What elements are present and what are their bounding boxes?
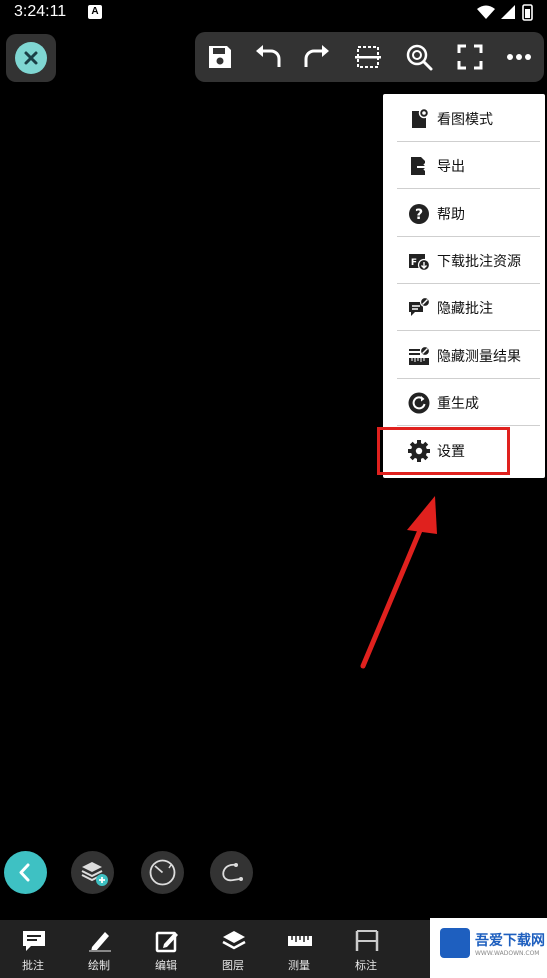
hide-annotations-icon: [409, 296, 431, 316]
layers-add-button[interactable]: [71, 851, 114, 894]
fullscreen-icon[interactable]: [455, 42, 485, 72]
regenerate-icon: [408, 392, 430, 414]
curve-button[interactable]: [210, 851, 253, 894]
nav-item-edit[interactable]: 编辑: [136, 920, 196, 978]
comment-icon: [23, 931, 45, 951]
menu-label: 隐藏批注: [437, 301, 493, 317]
curve-icon: [222, 863, 243, 882]
layers-add-icon: [81, 862, 108, 886]
nav-item-measure[interactable]: 测量: [269, 920, 329, 978]
nav-label: 标注: [355, 959, 377, 972]
nav-item-draw[interactable]: 绘制: [69, 920, 129, 978]
nav-label: 批注: [22, 959, 44, 972]
arrow-annotation-icon: [360, 496, 437, 669]
menu-label: 下载批注资源: [437, 254, 521, 270]
menu-item-help[interactable]: ? 帮助: [397, 191, 540, 237]
menu-label: 帮助: [437, 207, 465, 223]
hide-measurements-icon: [409, 345, 431, 365]
status-icons: [477, 4, 533, 21]
highlight-box: [377, 427, 510, 475]
watermark-text: 吾爱下载网: [475, 933, 545, 949]
redo-icon[interactable]: [302, 42, 332, 72]
wifi-icon: [477, 5, 495, 19]
menu-label: 导出: [437, 159, 465, 175]
close-button[interactable]: [6, 34, 56, 82]
menu-label: 重生成: [437, 396, 479, 412]
nav-label: 绘制: [88, 959, 110, 972]
watermark-logo-icon: [440, 928, 470, 958]
nav-item-layers[interactable]: 图层: [203, 920, 263, 978]
watermark-subtext: WWW.WADOWN.COM: [475, 950, 540, 957]
nav-label: 图层: [222, 959, 244, 972]
dial-button[interactable]: [141, 851, 184, 894]
undo-icon[interactable]: [253, 42, 283, 72]
dial-icon: [149, 859, 176, 886]
fit-width-icon[interactable]: [353, 42, 383, 72]
menu-item-view-mode[interactable]: 看图模式: [397, 96, 540, 142]
more-menu: 看图模式 导出 ? 帮助 F 下载批注资源 隐藏批注 隐藏测量结果 重生成 设置: [383, 94, 545, 478]
help-icon: ?: [409, 204, 429, 224]
nav-label: 测量: [288, 959, 310, 972]
menu-item-download-annotations[interactable]: F 下载批注资源: [397, 238, 540, 284]
svg-text:?: ?: [415, 207, 423, 223]
status-time: 3:24:11: [14, 3, 67, 20]
menu-label: 看图模式: [437, 112, 493, 128]
download-annotations-icon: F: [409, 254, 431, 272]
back-icon: [19, 863, 30, 882]
notification-badge: A: [88, 5, 102, 19]
watermark: 吾爱下载网 WWW.WADOWN.COM: [430, 918, 547, 978]
nav-label: 编辑: [155, 959, 177, 972]
export-icon: [411, 157, 430, 175]
nav-item-dimension[interactable]: 标注: [336, 920, 396, 978]
back-button[interactable]: [4, 851, 47, 894]
dimension-icon: [355, 930, 379, 951]
edit-icon: [155, 931, 178, 953]
menu-item-hide-annotations[interactable]: 隐藏批注: [397, 285, 540, 331]
menu-item-regenerate[interactable]: 重生成: [397, 380, 540, 426]
top-toolbar: [195, 32, 544, 82]
menu-item-export[interactable]: 导出: [397, 143, 540, 189]
layers-icon: [222, 931, 246, 950]
menu-item-hide-measurements[interactable]: 隐藏测量结果: [397, 333, 540, 379]
pencil-icon: [89, 932, 111, 952]
status-bar: 3:24:11 A: [0, 0, 547, 26]
menu-label: 隐藏测量结果: [437, 349, 521, 365]
view-mode-icon: [412, 107, 430, 128]
more-icon[interactable]: [504, 42, 534, 72]
nav-item-comment[interactable]: 批注: [3, 920, 63, 978]
svg-text:F: F: [411, 258, 417, 268]
ruler-icon: [288, 936, 312, 946]
close-icon: [15, 42, 47, 74]
signal-icon: [501, 5, 515, 19]
save-icon[interactable]: [205, 42, 235, 72]
zoom-icon[interactable]: [404, 42, 434, 72]
